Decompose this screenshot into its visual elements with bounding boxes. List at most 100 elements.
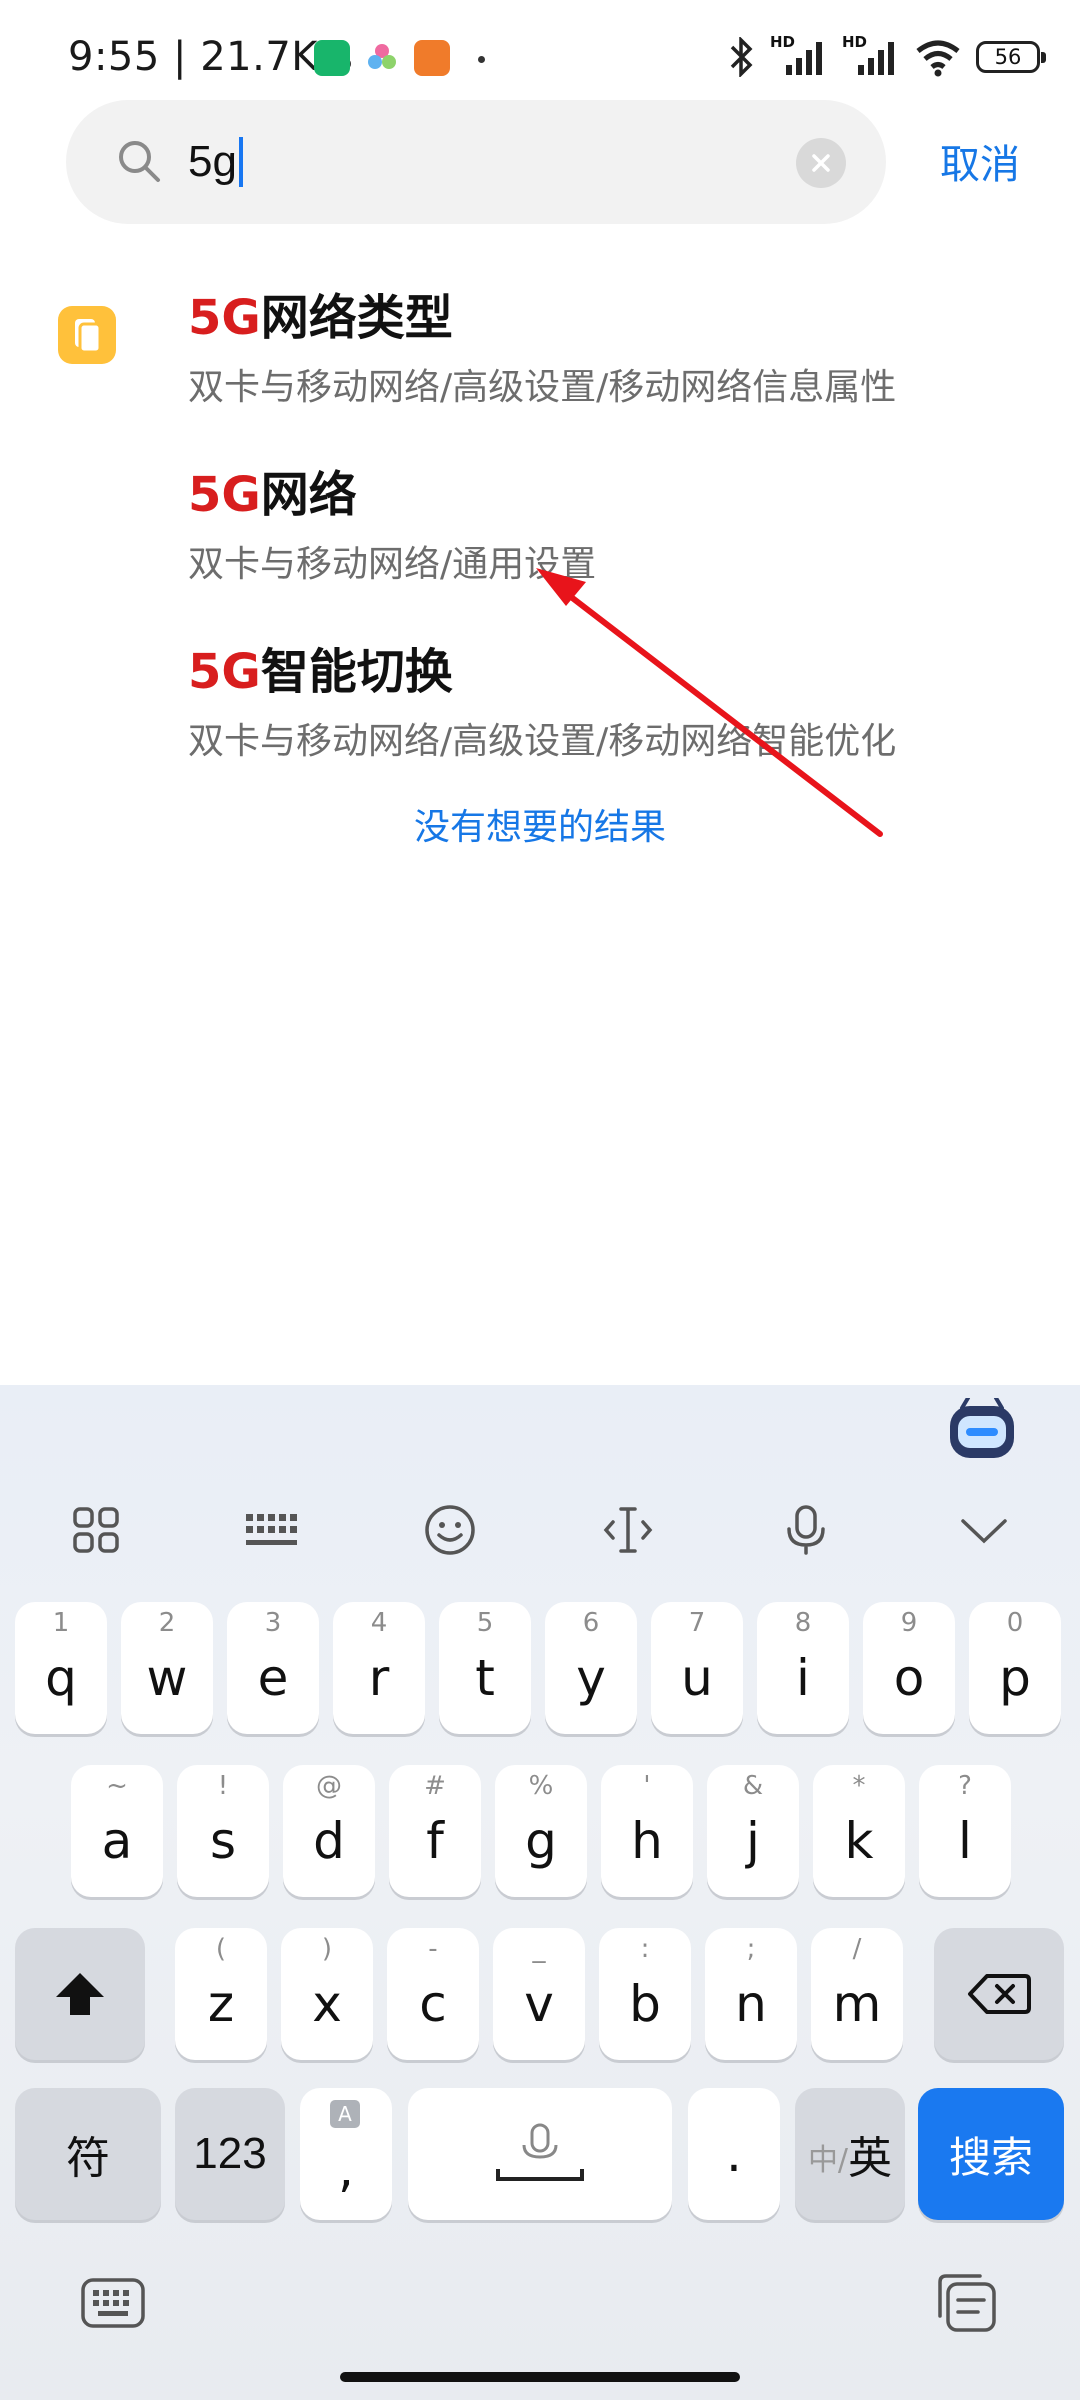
microphone-icon[interactable] bbox=[776, 1500, 836, 1560]
keyboard-layout-icon[interactable] bbox=[242, 1500, 302, 1560]
key-letter: s bbox=[209, 1812, 237, 1870]
shift-arrow-icon bbox=[56, 1973, 104, 2015]
key-y[interactable]: 6y bbox=[545, 1602, 637, 1734]
key-letter: a bbox=[101, 1812, 133, 1870]
key-s[interactable]: ! s bbox=[177, 1765, 269, 1897]
chevron-down-icon[interactable] bbox=[954, 1500, 1014, 1560]
key-hint: 0 bbox=[1006, 1608, 1024, 1638]
key-letter: r bbox=[368, 1649, 390, 1707]
key-letter: y bbox=[576, 1649, 606, 1707]
annotation-arrow bbox=[536, 568, 883, 837]
key-letter: h bbox=[631, 1812, 663, 1870]
key-hint: # bbox=[424, 1771, 446, 1801]
key-hint: * bbox=[852, 1771, 866, 1801]
key-f[interactable]: # f bbox=[389, 1765, 481, 1897]
key-hint: - bbox=[428, 1934, 438, 1964]
key-v[interactable]: _ v bbox=[493, 1928, 585, 2060]
key-q[interactable]: 1q bbox=[15, 1602, 107, 1734]
key-letter: x bbox=[312, 1975, 342, 2033]
key-u[interactable]: 7u bbox=[651, 1602, 743, 1734]
key-letter: z bbox=[207, 1975, 235, 2033]
key-letter: o bbox=[893, 1649, 925, 1707]
key-hint: 8 bbox=[794, 1608, 812, 1638]
key-hint: @ bbox=[316, 1771, 342, 1801]
key-c[interactable]: -c bbox=[387, 1928, 479, 2060]
key-hint: 3 bbox=[264, 1608, 282, 1638]
key-x[interactable]: ) x bbox=[281, 1928, 373, 2060]
key-j[interactable]: & j bbox=[707, 1765, 799, 1897]
keyboard-switch-icon[interactable] bbox=[80, 2274, 146, 2334]
key-letter: j bbox=[746, 1812, 760, 1870]
symbol-key[interactable]: 符 bbox=[15, 2088, 161, 2220]
key-letter: l bbox=[958, 1812, 972, 1870]
search-key[interactable]: 搜索 bbox=[918, 2088, 1064, 2220]
key-hint: 4 bbox=[370, 1608, 388, 1638]
key-t[interactable]: 5t bbox=[439, 1602, 531, 1734]
key-letter: p bbox=[999, 1649, 1031, 1707]
key-hint: 1 bbox=[52, 1608, 70, 1638]
number-key[interactable]: 123 bbox=[175, 2088, 285, 2220]
key-w[interactable]: 2w bbox=[121, 1602, 213, 1734]
key-hint: 6 bbox=[582, 1608, 600, 1638]
apps-grid-icon[interactable] bbox=[66, 1500, 126, 1560]
key-z[interactable]: (z bbox=[175, 1928, 267, 2060]
key-letter: b bbox=[629, 1975, 661, 2033]
key-letter: g bbox=[525, 1812, 557, 1870]
cursor-move-icon[interactable] bbox=[598, 1500, 658, 1560]
key-letter: i bbox=[796, 1649, 810, 1707]
key-r[interactable]: 4r bbox=[333, 1602, 425, 1734]
key-hint: ; bbox=[746, 1934, 756, 1964]
key-h[interactable]: ' h bbox=[601, 1765, 693, 1897]
clipboard-icon[interactable] bbox=[934, 2270, 1000, 2336]
key-n[interactable]: ; n bbox=[705, 1928, 797, 2060]
key-letter: m bbox=[832, 1975, 882, 2033]
language-switch-key[interactable]: 中/英 bbox=[795, 2088, 905, 2220]
backspace-key[interactable] bbox=[934, 1928, 1064, 2060]
key-hint: 5 bbox=[476, 1608, 494, 1638]
key-letter: e bbox=[257, 1649, 289, 1707]
backspace-icon bbox=[968, 1974, 1031, 2014]
key-a[interactable]: ~ a bbox=[71, 1765, 163, 1897]
key-i[interactable]: 8i bbox=[757, 1602, 849, 1734]
assistant-mascot-icon[interactable] bbox=[948, 1398, 1016, 1460]
key-hint: 7 bbox=[688, 1608, 706, 1638]
key-letter: d bbox=[313, 1812, 345, 1870]
key-hint: 2 bbox=[158, 1608, 176, 1638]
key-letter: v bbox=[524, 1975, 554, 2033]
emoji-icon[interactable] bbox=[420, 1500, 480, 1560]
key-p[interactable]: 0p bbox=[969, 1602, 1061, 1734]
key-e[interactable]: 3e bbox=[227, 1602, 319, 1734]
key-hint: ' bbox=[643, 1771, 651, 1801]
shift-key[interactable] bbox=[15, 1928, 145, 2060]
key-hint: / bbox=[852, 1934, 862, 1964]
key-hint: ! bbox=[217, 1771, 229, 1801]
key-letter: t bbox=[475, 1649, 495, 1707]
key-hint: ) bbox=[321, 1934, 333, 1964]
key-hint: ~ bbox=[106, 1771, 128, 1801]
key-hint: & bbox=[742, 1771, 764, 1801]
key-letter: c bbox=[419, 1975, 447, 2033]
key-k[interactable]: * k bbox=[813, 1765, 905, 1897]
key-hint: : bbox=[640, 1934, 650, 1964]
key-hint: _ bbox=[532, 1934, 546, 1964]
key-letter: f bbox=[426, 1812, 444, 1870]
key-b[interactable]: :b bbox=[599, 1928, 691, 2060]
comma-key[interactable]: A , bbox=[300, 2088, 392, 2220]
key-hint: ( bbox=[215, 1934, 227, 1964]
key-hint: ? bbox=[958, 1771, 972, 1801]
key-letter: q bbox=[45, 1649, 77, 1707]
home-indicator[interactable] bbox=[340, 2372, 740, 2382]
key-hint: % bbox=[528, 1771, 554, 1801]
voice-space-icon bbox=[496, 2123, 584, 2181]
space-key[interactable] bbox=[408, 2088, 672, 2220]
key-hint: 9 bbox=[900, 1608, 918, 1638]
comma-badge: A bbox=[330, 2100, 360, 2128]
key-letter: u bbox=[681, 1649, 713, 1707]
key-l[interactable]: ? l bbox=[919, 1765, 1011, 1897]
key-d[interactable]: @ d bbox=[283, 1765, 375, 1897]
key-m[interactable]: / m bbox=[811, 1928, 903, 2060]
key-letter: n bbox=[735, 1975, 767, 2033]
key-o[interactable]: 9o bbox=[863, 1602, 955, 1734]
key-g[interactable]: % g bbox=[495, 1765, 587, 1897]
period-key[interactable]: . bbox=[688, 2088, 780, 2220]
